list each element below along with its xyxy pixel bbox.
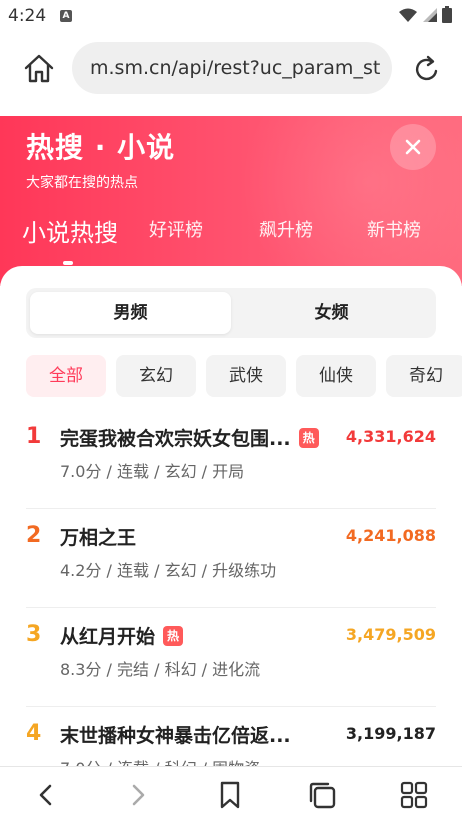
book-title-row: 末世播种女神暴击亿倍返...: [60, 721, 291, 748]
page-subtitle: 大家都在搜的热点: [26, 175, 138, 191]
menu-button[interactable]: [396, 777, 432, 813]
book-title-row: 完蛋我被合欢宗妖女包围... 热: [60, 424, 319, 451]
notification-badge-icon: A: [60, 10, 72, 22]
page-title: 热搜 · 小说: [26, 131, 176, 164]
chevron-left-icon: [39, 784, 52, 806]
wifi-icon: [399, 8, 417, 22]
status-time: 4:24: [8, 6, 47, 26]
hot-badge: 热: [163, 625, 184, 646]
genre-filter: 全部 玄幻 武侠 仙侠 奇幻: [26, 355, 462, 399]
ranking-row[interactable]: 2 万相之王 4.2分 / 连载 / 玄幻 / 升级练功 4,241,088: [26, 509, 436, 608]
book-title: 完蛋我被合欢宗妖女包围...: [60, 428, 291, 450]
book-title-row: 从红月开始热: [60, 622, 184, 649]
genre-chip-xuanhuan[interactable]: 玄幻: [116, 355, 196, 397]
genre-chip-qihuan[interactable]: 奇幻: [386, 355, 462, 397]
reload-button[interactable]: [410, 52, 444, 86]
address-bar[interactable]: m.sm.cn/api/rest?uc_param_st: [72, 42, 392, 94]
ranking-list: 1 完蛋我被合欢宗妖女包围... 热 7.0分 / 连载 / 玄幻 / 开局 4,…: [26, 410, 436, 806]
male-channel-option[interactable]: 男频: [30, 292, 231, 334]
search-count: 3,199,187: [345, 724, 436, 743]
gender-switch: 男频 女频: [26, 288, 436, 338]
rank-number: 2: [26, 523, 42, 548]
search-count: 4,241,088: [345, 526, 436, 545]
search-count: 3,479,509: [345, 625, 436, 644]
reload-icon: [415, 55, 438, 81]
book-title: 从红月开始: [60, 626, 156, 648]
bookmark-icon: [220, 781, 240, 809]
genre-chip-all[interactable]: 全部: [26, 355, 106, 397]
hot-badge: 热: [298, 427, 319, 448]
tab-top-rated[interactable]: 好评榜: [149, 216, 203, 242]
home-button[interactable]: [22, 52, 56, 86]
genre-chip-xianxia[interactable]: 仙侠: [296, 355, 376, 397]
content-sheet: 男频 女频 全部 玄幻 武侠 仙侠 奇幻 1 完蛋我被合欢宗妖女包围... 热 7…: [0, 266, 462, 806]
ranking-tabs: 小说热搜 好评榜 飙升榜 新书榜: [0, 216, 462, 256]
book-meta: 8.3分 / 完结 / 科幻 / 进化流: [60, 660, 261, 679]
genre-chip-wuxia[interactable]: 武侠: [206, 355, 286, 397]
tabs-button[interactable]: [304, 777, 340, 813]
rank-number: 1: [26, 424, 42, 449]
home-icon: [24, 54, 54, 83]
battery-icon: [442, 6, 452, 23]
book-title: 万相之王: [60, 527, 137, 549]
book-meta: 7.0分 / 连载 / 玄幻 / 开局: [60, 462, 245, 481]
hot-search-header: 热搜 · 小说 大家都在搜的热点 小说热搜 好评榜 飙升榜 新书榜: [0, 116, 462, 286]
forward-button[interactable]: [120, 777, 156, 813]
rank-number: 3: [26, 622, 42, 647]
female-channel-option[interactable]: 女频: [231, 292, 432, 334]
chevron-right-icon: [132, 784, 145, 806]
active-tab-indicator: [63, 261, 73, 265]
search-count: 4,331,624: [345, 427, 436, 446]
grid-menu-icon: [400, 781, 428, 809]
book-title-row: 万相之王: [60, 523, 136, 550]
back-button[interactable]: [28, 777, 64, 813]
ranking-row[interactable]: 3 从红月开始热 8.3分 / 完结 / 科幻 / 进化流 3,479,509: [26, 608, 436, 707]
close-button[interactable]: [390, 124, 436, 170]
status-bar: 4:24 A: [0, 0, 462, 32]
book-meta: 4.2分 / 连载 / 玄幻 / 升级练功: [60, 561, 277, 580]
bookmark-button[interactable]: [212, 777, 248, 813]
close-icon: [405, 139, 421, 155]
tab-novel-hot[interactable]: 小说热搜: [22, 213, 118, 248]
browser-toolbar: m.sm.cn/api/rest?uc_param_st: [0, 32, 462, 116]
signal-icon: [423, 7, 437, 22]
browser-bottom-nav: [0, 766, 462, 823]
ranking-row[interactable]: 1 完蛋我被合欢宗妖女包围... 热 7.0分 / 连载 / 玄幻 / 开局 4,…: [26, 410, 436, 509]
tab-rising[interactable]: 飙升榜: [259, 216, 313, 242]
tab-new-books[interactable]: 新书榜: [367, 216, 421, 242]
tabs-icon: [309, 782, 336, 809]
book-title: 末世播种女神暴击亿倍返...: [60, 725, 291, 747]
rank-number: 4: [26, 721, 42, 746]
